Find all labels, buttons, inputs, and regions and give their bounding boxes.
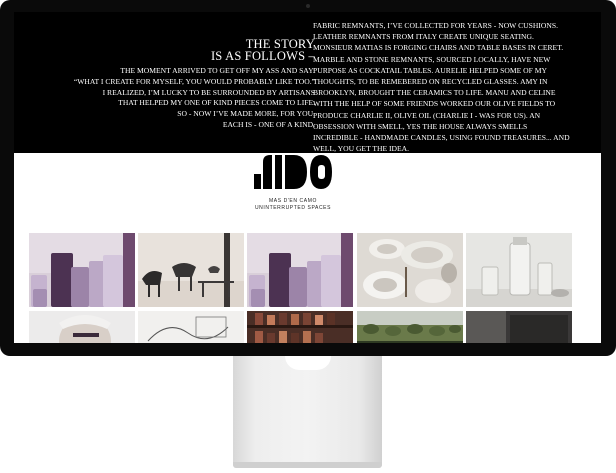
brand-name: MAS D'EN CAMO xyxy=(269,198,317,204)
story-heading: THE STORY IS AS FOLLOWS – xyxy=(115,38,315,63)
gallery-spice-shelf[interactable] xyxy=(247,311,353,343)
gallery-glassware[interactable] xyxy=(466,233,572,307)
monitor-stand xyxy=(233,356,382,468)
gallery-ceramics[interactable] xyxy=(357,233,463,307)
story-intro-line: THAT HELPED MY ONE OF KIND PIECES COME T… xyxy=(118,98,315,108)
monitor: THE STORY IS AS FOLLOWS – THE MOMENT ARR… xyxy=(0,0,616,356)
story-body: FABRIC REMNANTS, I’VE COLLECTED FOR YEAR… xyxy=(313,20,597,154)
story-intro-line: EACH IS - ONE OF A KIND. xyxy=(222,119,315,129)
nido-logo[interactable] xyxy=(254,154,332,190)
story-body-line: PRODUCE CHARLIE II, OLIVE OIL (CHARLIE I… xyxy=(313,110,541,120)
gallery-dark-interior[interactable] xyxy=(466,311,572,343)
gallery-candles-1[interactable] xyxy=(29,233,135,307)
story-body-line: MONSIEUR MATIAS IS FORGING CHAIRS AND TA… xyxy=(313,43,564,53)
story-intro-line: SO - NOW I’VE MADE MORE, FOR YOU. xyxy=(177,109,315,119)
story-intro-line: I REALIZED, I’M LUCKY TO BE SURROUNDED B… xyxy=(102,87,315,97)
story-body-line: THOUGHTS, TO BE REMEBERED ON RECYCLED GL… xyxy=(313,77,548,87)
story-body-line: FABRIC REMNANTS, I’VE COLLECTED FOR YEAR… xyxy=(313,21,558,30)
stand-cutout xyxy=(285,356,331,370)
brand-tagline: UNINTERRUPTED SPACES xyxy=(254,205,332,211)
gallery-olive-field[interactable] xyxy=(357,311,463,343)
story-intro: THE MOMENT ARRIVED TO GET OFF MY ASS AND… xyxy=(15,66,315,131)
camera-icon xyxy=(306,4,310,8)
story-body-line: INCREDIBLE - HANDMADE CANDLES, USING FOU… xyxy=(313,133,570,143)
website-page: MAS D'EN CAMO UNINTERRUPTED SPACES xyxy=(14,153,601,343)
story-body-line: MARBLE AND STONE REMNANTS, SOURCED LOCAL… xyxy=(313,54,551,64)
gallery-candles-2[interactable] xyxy=(247,233,353,307)
story-body-line: OBSESSION WITH SMELL, YES THE HOUSE ALWA… xyxy=(313,121,528,131)
gallery-sketch[interactable] xyxy=(138,311,244,343)
gallery-portrait[interactable] xyxy=(29,311,135,343)
brand-text: MAS D'EN CAMO UNINTERRUPTED SPACES xyxy=(214,198,372,212)
story-body-line: LEATHER REMNANTS FROM ITALY CREATE UNIQU… xyxy=(313,32,534,42)
story-intro-line: “WHAT I CREATE FOR MYSELF, YOU WOULD PRO… xyxy=(73,76,315,86)
story-intro-line: THE MOMENT ARRIVED TO GET OFF MY ASS AND… xyxy=(120,66,315,75)
gallery-chairs[interactable] xyxy=(138,233,244,307)
story-body-line: WITH THE HELP OF SOME FRIENDS WORKED OUR… xyxy=(313,99,556,109)
story-body-line: PURPOSE AS COCKATAIL TABLES. AURELIE HEL… xyxy=(313,65,548,75)
screen: THE STORY IS AS FOLLOWS – THE MOMENT ARR… xyxy=(14,12,601,343)
stand-base xyxy=(233,462,382,468)
story-body-line: BROOKLYN, BROUGHT THE CERAMICS TO LIFE. … xyxy=(313,88,556,98)
story-heading-line: IS AS FOLLOWS – xyxy=(210,49,315,63)
